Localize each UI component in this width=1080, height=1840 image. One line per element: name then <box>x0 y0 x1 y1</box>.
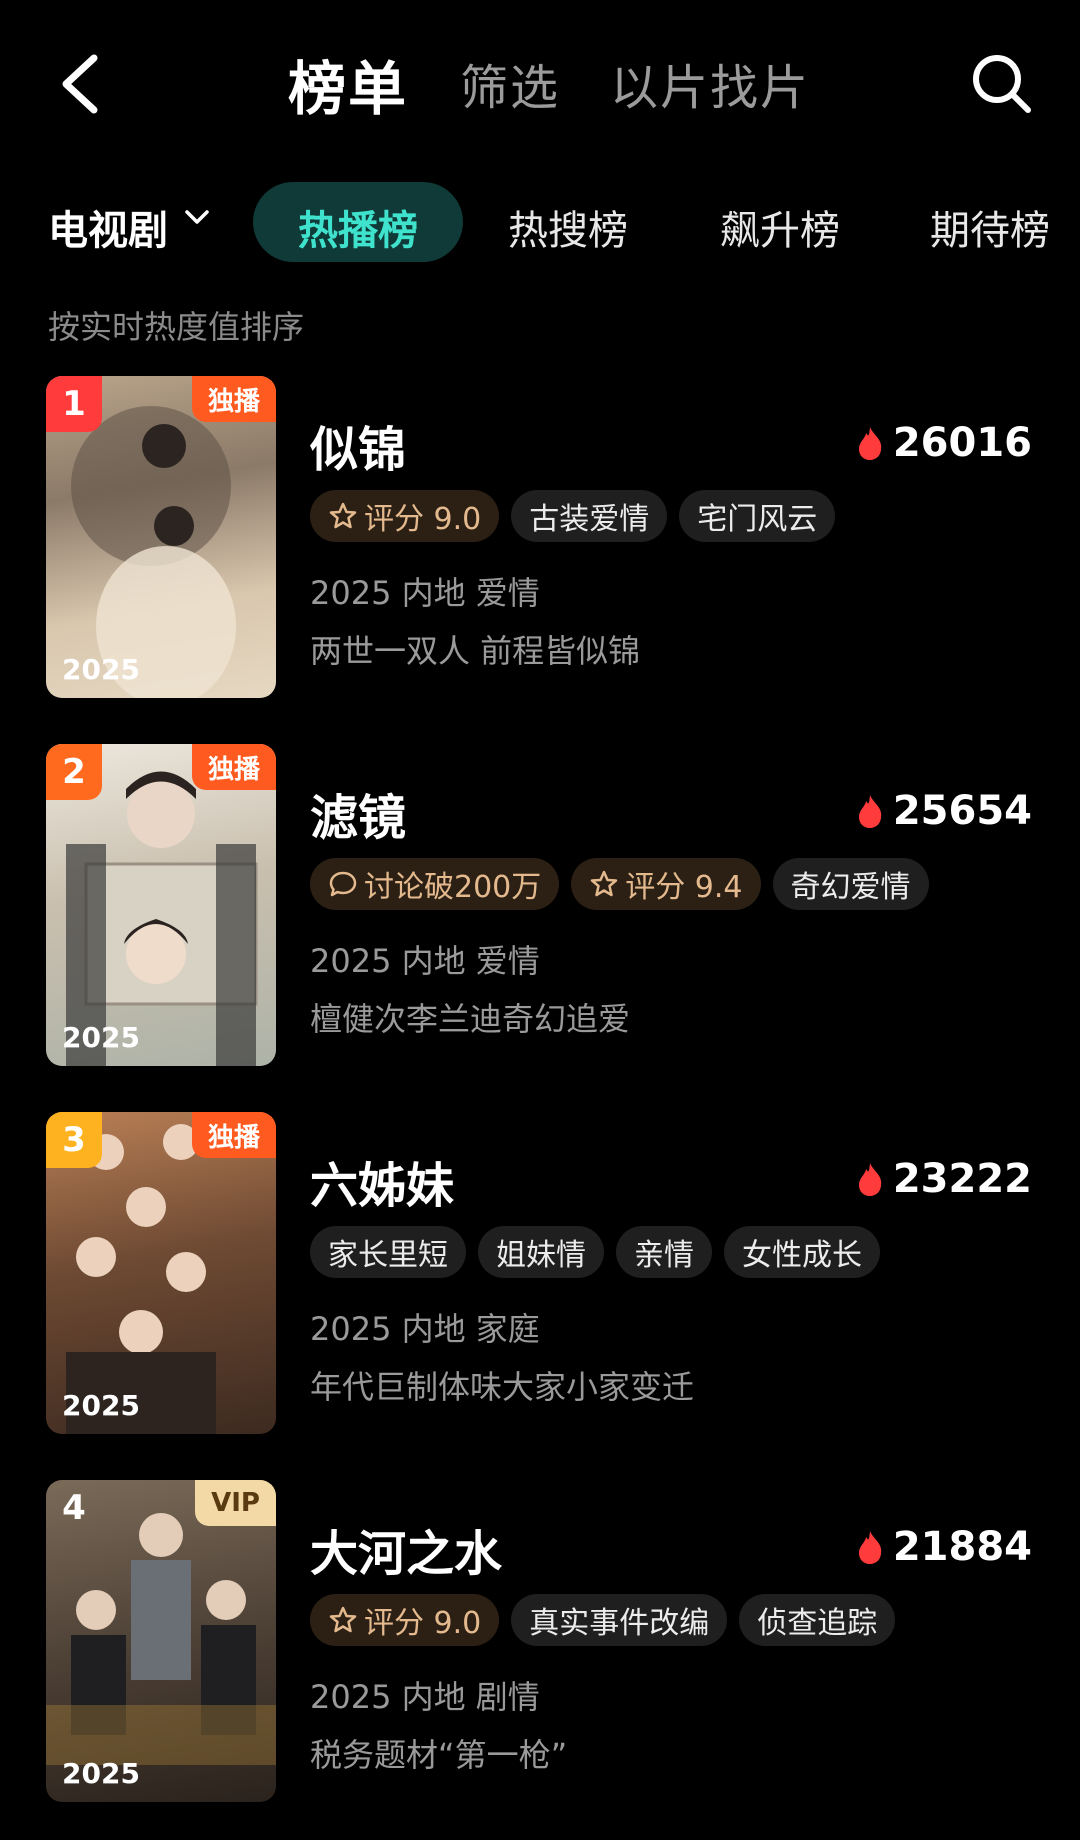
show-description: 檀健次李兰迪奇幻追爱 <box>310 1000 631 1038</box>
poster-image[interactable]: 1 独播 2025 <box>46 376 276 698</box>
rating-tag[interactable]: 评分 9.0 <box>310 1594 500 1646</box>
star-icon <box>329 502 357 529</box>
poster-year: 2025 <box>62 1389 140 1422</box>
show-meta: 2025 内地 家庭 <box>310 1310 540 1348</box>
list-item[interactable]: 2 独播 2025 滤镜 25654 讨论破200万 评分 9.4 奇幻爱情 2… <box>0 744 1080 1066</box>
poster-year: 2025 <box>62 653 140 686</box>
tag-list: 讨论破200万 评分 9.4 奇幻爱情 <box>310 858 929 910</box>
heat-score: 21884 <box>855 1524 1032 1570</box>
chevron-down-icon[interactable] <box>182 202 212 232</box>
heat-score: 23222 <box>855 1156 1032 1202</box>
rank-badge: 3 <box>46 1112 102 1168</box>
genre-tag[interactable]: 女性成长 <box>724 1226 880 1278</box>
discussion-tag[interactable]: 讨论破200万 <box>310 858 560 910</box>
poster-image[interactable]: 3 独播 2025 <box>46 1112 276 1434</box>
back-arrow-icon[interactable] <box>54 52 106 116</box>
tag-label: 讨论破200万 <box>364 870 542 905</box>
tag-list: 评分 9.0 真实事件改编 侦查追踪 <box>310 1594 896 1646</box>
heat-score: 25654 <box>855 788 1032 834</box>
ranking-type-bar: 电视剧 热播榜 热搜榜 飙升榜 期待榜 <box>0 180 1080 264</box>
rank-badge: 2 <box>46 744 102 800</box>
rank-badge: 4 <box>62 1488 86 1528</box>
list-item[interactable]: 1 独播 2025 似锦 26016 评分 9.0 古装爱情 宅门风云 2025… <box>0 376 1080 698</box>
tag-label: 评分 9.4 <box>625 870 743 905</box>
genre-tag[interactable]: 宅门风云 <box>679 490 836 542</box>
genre-tag[interactable]: 姐妹情 <box>478 1226 604 1278</box>
poster-image[interactable]: 4 VIP 2025 <box>46 1480 276 1802</box>
tab-filter[interactable]: 筛选 <box>460 48 560 118</box>
show-description: 两世一双人 前程皆似锦 <box>310 632 641 670</box>
flame-icon <box>858 795 882 828</box>
show-meta: 2025 内地 爱情 <box>310 574 540 612</box>
tag-list: 评分 9.0 古装爱情 宅门风云 <box>310 490 836 542</box>
star-icon <box>591 870 618 897</box>
show-title[interactable]: 滤镜 <box>310 778 406 848</box>
rating-tag[interactable]: 评分 9.0 <box>310 490 500 542</box>
show-description: 年代巨制体味大家小家变迁 <box>310 1368 695 1406</box>
heat-score: 26016 <box>855 420 1032 466</box>
flame-icon <box>858 427 882 460</box>
search-icon[interactable] <box>970 52 1032 114</box>
list-item[interactable]: 3 独播 2025 六姊妹 23222 家长里短 姐妹情 亲情 女性成长 202… <box>0 1112 1080 1434</box>
tab-hot-search[interactable]: 热搜榜 <box>508 198 628 256</box>
comment-icon <box>329 871 357 897</box>
genre-tag[interactable]: 奇幻爱情 <box>772 858 929 910</box>
show-meta: 2025 内地 剧情 <box>310 1678 540 1716</box>
heat-value: 23222 <box>892 1156 1032 1202</box>
flame-icon <box>858 1531 882 1564</box>
tag-label: 评分 9.0 <box>364 502 482 537</box>
poster-year: 2025 <box>62 1757 140 1790</box>
list-item[interactable]: 4 VIP 2025 大河之水 21884 评分 9.0 真实事件改编 侦查追踪… <box>0 1480 1080 1802</box>
show-meta: 2025 内地 爱情 <box>310 942 540 980</box>
heat-value: 26016 <box>892 420 1032 466</box>
exclusive-badge: 独播 <box>191 1112 276 1158</box>
flame-icon <box>858 1163 882 1196</box>
tab-hot-playing[interactable]: 热播榜 <box>298 198 418 256</box>
genre-tag[interactable]: 亲情 <box>616 1226 712 1278</box>
tab-find-by-clip[interactable]: 以片找片 <box>610 48 810 118</box>
tab-rankings[interactable]: 榜单 <box>288 42 408 126</box>
show-title[interactable]: 六姊妹 <box>310 1146 454 1216</box>
heat-value: 21884 <box>892 1524 1032 1570</box>
exclusive-badge: 独播 <box>191 376 276 422</box>
genre-tag[interactable]: 家长里短 <box>310 1226 466 1278</box>
exclusive-badge: 独播 <box>191 744 276 790</box>
genre-tag[interactable]: 古装爱情 <box>511 490 668 542</box>
tab-anticipated[interactable]: 期待榜 <box>930 198 1050 256</box>
heat-value: 25654 <box>892 788 1032 834</box>
tag-list: 家长里短 姐妹情 亲情 女性成长 <box>310 1226 880 1278</box>
tab-rising[interactable]: 飙升榜 <box>720 198 840 256</box>
sort-hint: 按实时热度值排序 <box>48 308 305 346</box>
show-title[interactable]: 似锦 <box>310 410 406 480</box>
tag-label: 评分 9.0 <box>364 1606 482 1641</box>
star-icon <box>329 1606 357 1633</box>
vip-badge: VIP <box>195 1480 276 1526</box>
genre-tag[interactable]: 侦查追踪 <box>739 1594 896 1646</box>
rating-tag[interactable]: 评分 9.4 <box>571 858 761 910</box>
rank-badge: 1 <box>46 376 102 432</box>
top-bar: 榜单 筛选 以片找片 <box>0 0 1080 170</box>
show-title[interactable]: 大河之水 <box>310 1514 502 1584</box>
poster-image[interactable]: 2 独播 2025 <box>46 744 276 1066</box>
category-dropdown[interactable]: 电视剧 <box>48 198 168 256</box>
genre-tag[interactable]: 真实事件改编 <box>511 1594 728 1646</box>
show-description: 税务题材“第一枪” <box>310 1736 568 1774</box>
poster-year: 2025 <box>62 1021 140 1054</box>
